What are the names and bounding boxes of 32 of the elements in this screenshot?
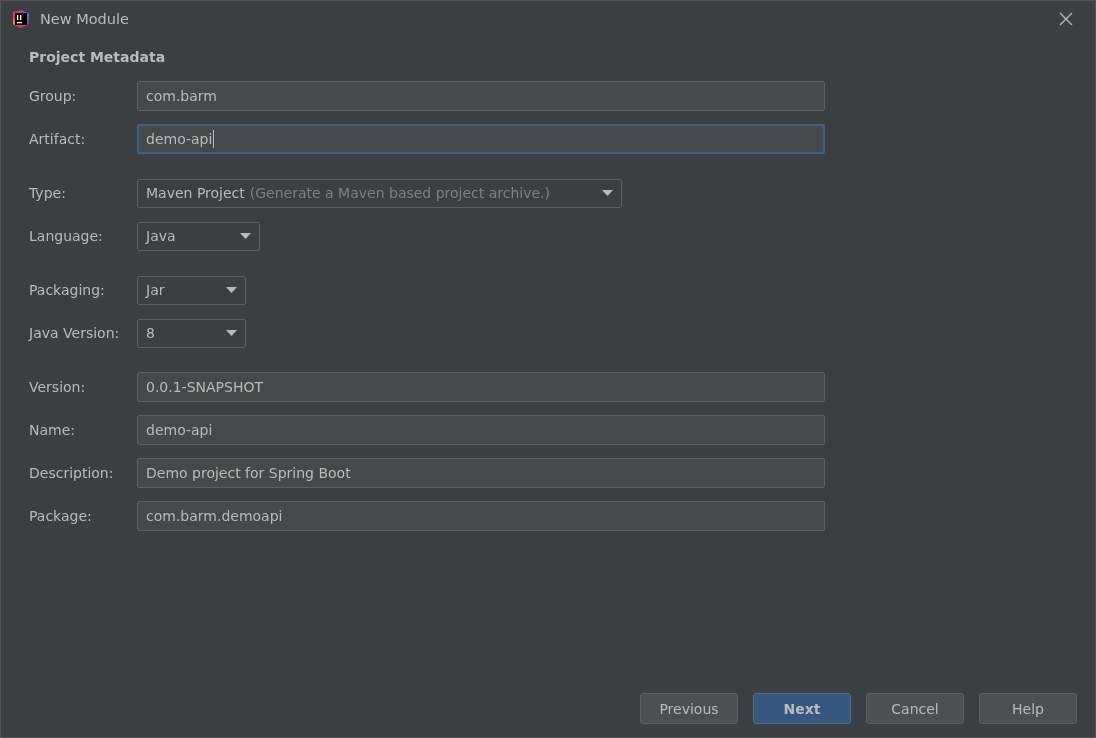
field-label: Packaging: — [29, 282, 106, 298]
text-field[interactable]: Demo project for Spring Boot — [137, 458, 825, 488]
field-label: Version: — [29, 379, 87, 395]
dropdown[interactable]: Maven Project (Generate a Maven based project archive.) — [137, 178, 622, 208]
text-field[interactable]: 0.0.1-SNAPSHOT — [137, 372, 825, 402]
text-field[interactable]: com.barm.demoapi — [137, 501, 825, 531]
field-label: Type: — [29, 185, 67, 201]
dialog-button[interactable]: Cancel — [866, 693, 964, 724]
dropdown-arrow-icon — [602, 190, 613, 196]
close-icon[interactable] — [1059, 12, 1073, 26]
app-logo-icon — [11, 9, 31, 29]
dropdown[interactable]: 8 — [137, 318, 246, 348]
section-title: Project Metadata — [29, 49, 167, 65]
field-label: Package: — [29, 508, 93, 524]
dialog-button[interactable]: Next — [753, 693, 851, 724]
text-field[interactable]: com.barm — [137, 81, 825, 111]
dropdown-arrow-icon — [226, 287, 237, 293]
text-field[interactable]: demo-api — [137, 415, 825, 445]
field-label: Java Version: — [29, 325, 121, 341]
dropdown[interactable]: Jar — [137, 275, 246, 305]
field-label: Name: — [29, 422, 77, 438]
field-label: Language: — [29, 228, 104, 244]
dialog-button[interactable]: Previous — [640, 693, 738, 724]
window-title: New Module — [40, 11, 130, 27]
text-field[interactable]: demo-api — [137, 124, 825, 154]
dropdown-arrow-icon — [240, 233, 251, 239]
dropdown[interactable]: Java — [137, 221, 260, 251]
dropdown-arrow-icon — [226, 330, 237, 336]
field-label: Description: — [29, 465, 115, 481]
field-label: Artifact: — [29, 131, 87, 147]
dialog-button[interactable]: Help — [979, 693, 1077, 724]
field-label: Group: — [29, 88, 78, 104]
